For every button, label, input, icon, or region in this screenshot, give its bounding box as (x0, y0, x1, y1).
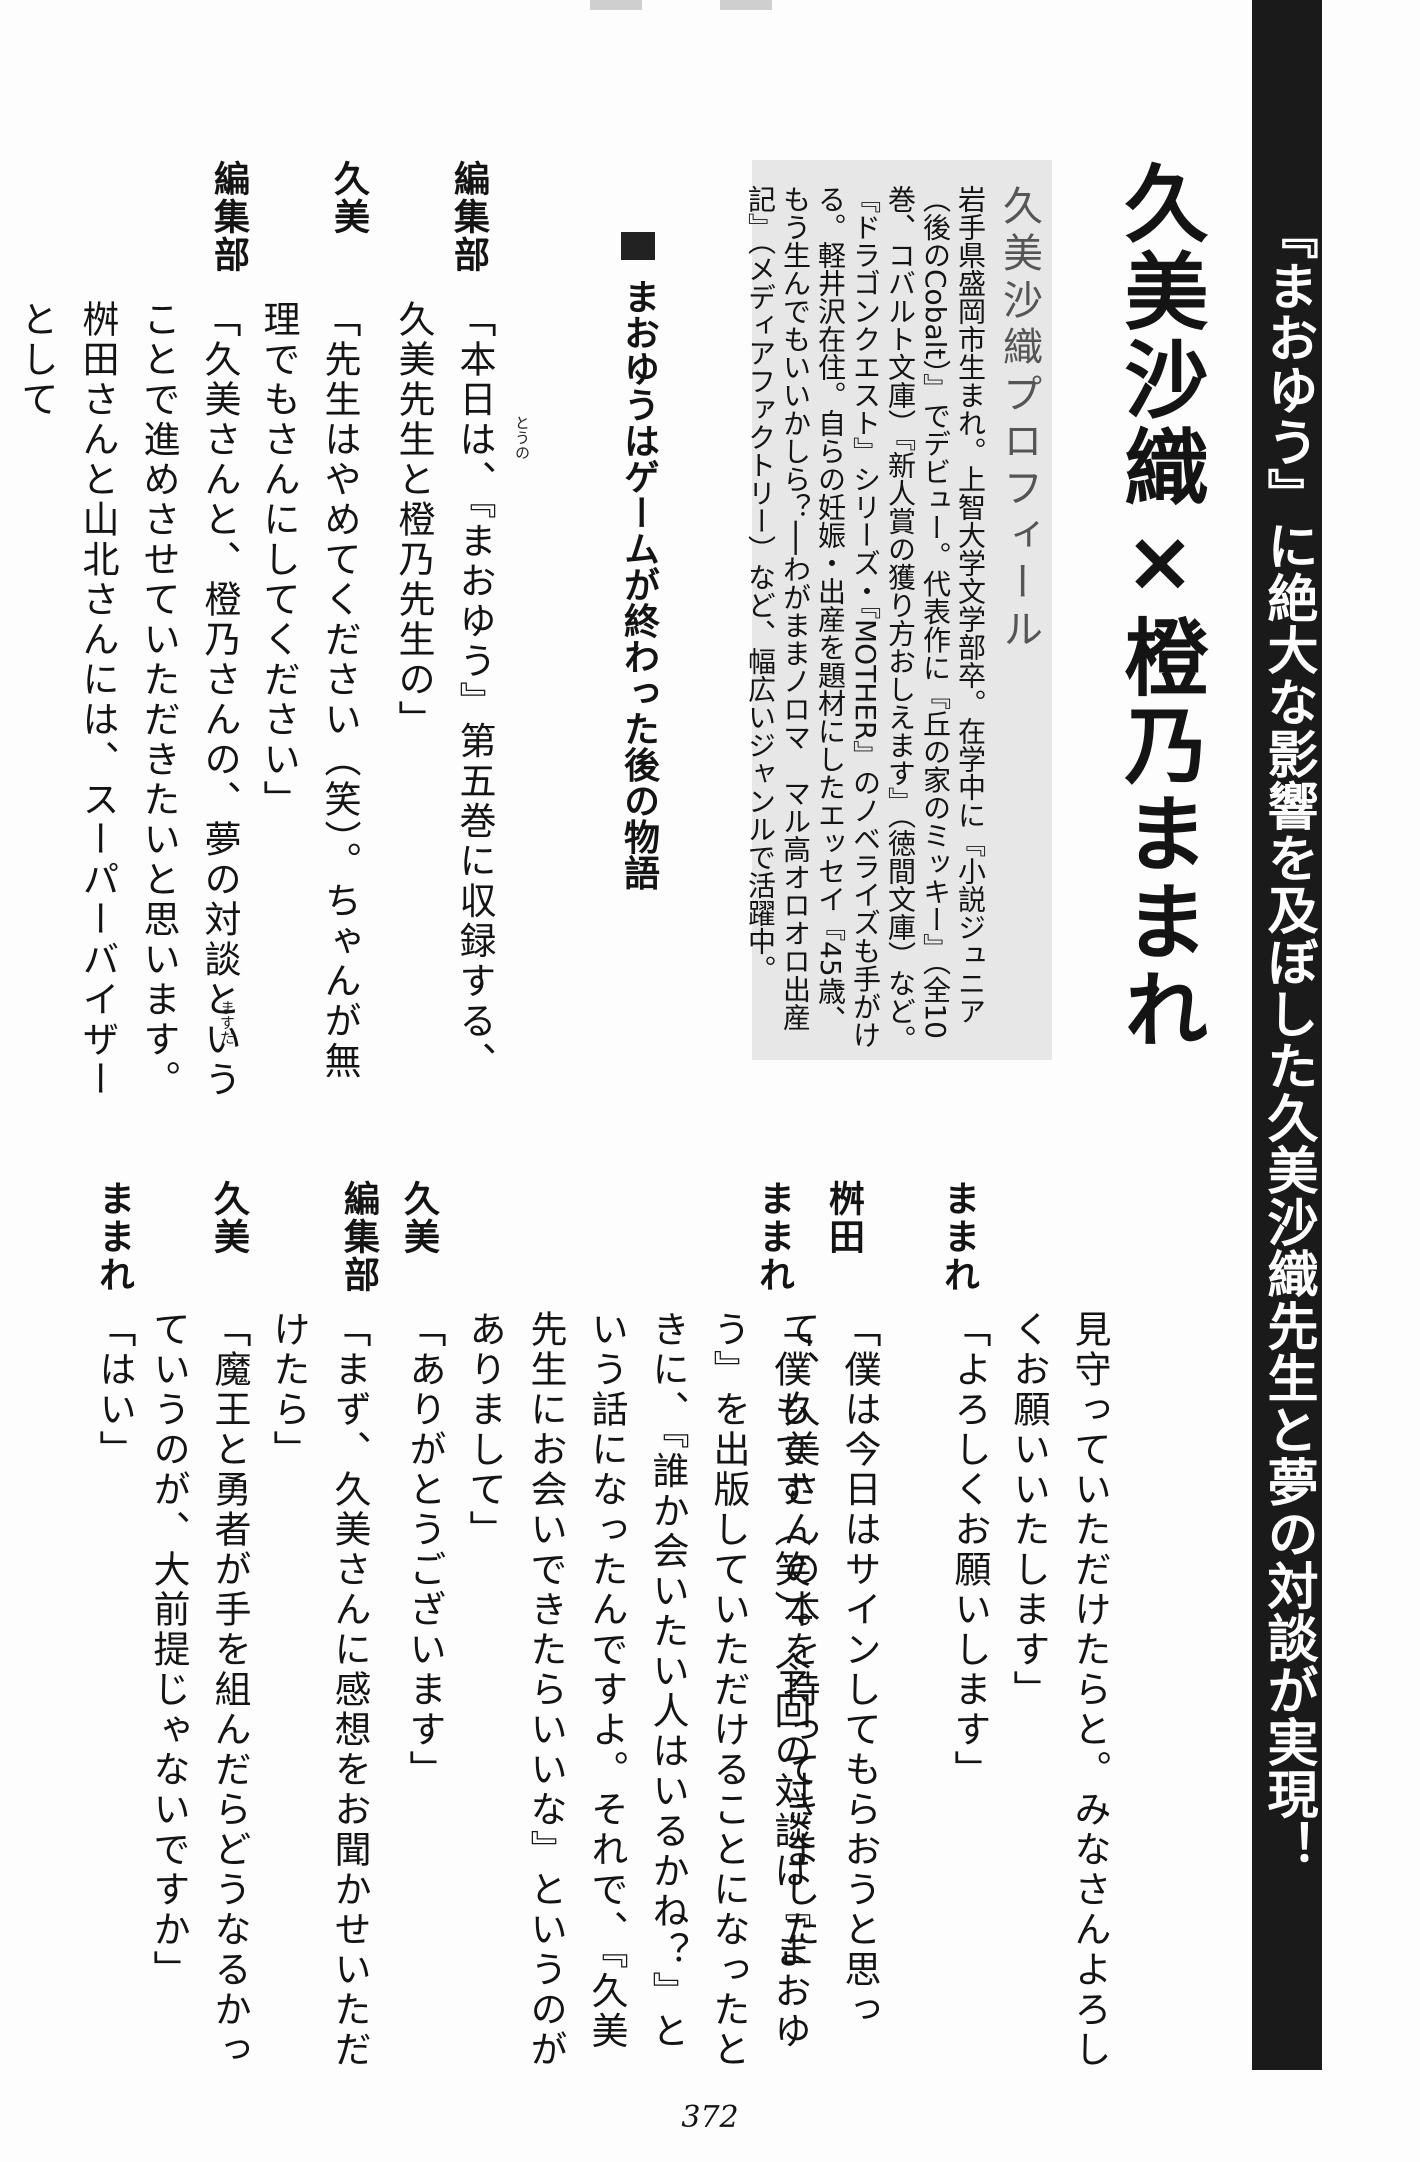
speaker-label: ままれ (93, 1180, 134, 1294)
speaker-label: ままれ (938, 1180, 979, 1294)
dialogue-line: 「ありがとうございます」 (403, 1310, 446, 1790)
section-heading: まおゆうはゲームが終わった後の物語 (616, 232, 660, 891)
speaker-label: 久美 (208, 1180, 249, 1256)
profile-body: 岩手県盛岡市生まれ。上智大学文学部卒。在学中に『小説ジュニア（後のCobalt）… (744, 185, 987, 1053)
speaker-label: ままれ (753, 1180, 794, 1294)
dialogue-line: 「僕もです（笑）。今回の対談は『まおゆう』を出版していただけることになったときに… (463, 1310, 811, 2070)
dialogue-line: 「魔王と勇者が手を組んだらどうなるかっていうのが、大前提じゃないですか」 (147, 1310, 251, 2070)
dialogue-line: 「本日は、『まおゆう』第五巻に収録する、久美先生と橙乃先生の」 (392, 300, 496, 1082)
ruby-masuda: ますだ (218, 1000, 236, 1045)
top-edge-marks (590, 0, 780, 14)
dialogue-line: 「久美さんと、橙乃さんの、夢の対談ということで進めさせていただきたいと思います。… (15, 300, 241, 1100)
ruby-touno: とうの (513, 415, 531, 460)
section-heading-text: まおゆうはゲームが終わった後の物語 (618, 278, 659, 891)
speaker-label: 久美 (398, 1180, 439, 1256)
banner-title: 『まおゆう』に絶大な影響を及ぼした久美沙織先生と夢の対談が実現！ (1258, 208, 1317, 1872)
dialogue-line: 「先生はやめてください（笑）。ちゃんが無理でもさんにしてください」 (257, 300, 361, 1082)
square-bullet-icon (621, 232, 655, 260)
page-number: 372 (681, 2100, 739, 2135)
speaker-label: 編集部 (208, 160, 249, 274)
speaker-label: 桝田 (823, 1180, 864, 1256)
dialogue-line: 「はい」 (93, 1310, 136, 1470)
profile-title: 久美沙織プロフィール (996, 185, 1042, 655)
dialogue-line: 「よろしくお願いします」 (948, 1310, 991, 1790)
speaker-label: 編集部 (338, 1180, 379, 1294)
speaker-label: 久美 (328, 160, 369, 236)
dialogue-line: 「まず、久美さんに感想をお聞かせいただけたら」 (267, 1310, 371, 2070)
speaker-label: 編集部 (448, 160, 489, 274)
headline: 久美沙織×橙乃ままれ (1111, 160, 1209, 1054)
dialogue-line: 見守っていただけたらと。みなさんよろしくお願いいたします」 (1007, 1310, 1111, 2070)
